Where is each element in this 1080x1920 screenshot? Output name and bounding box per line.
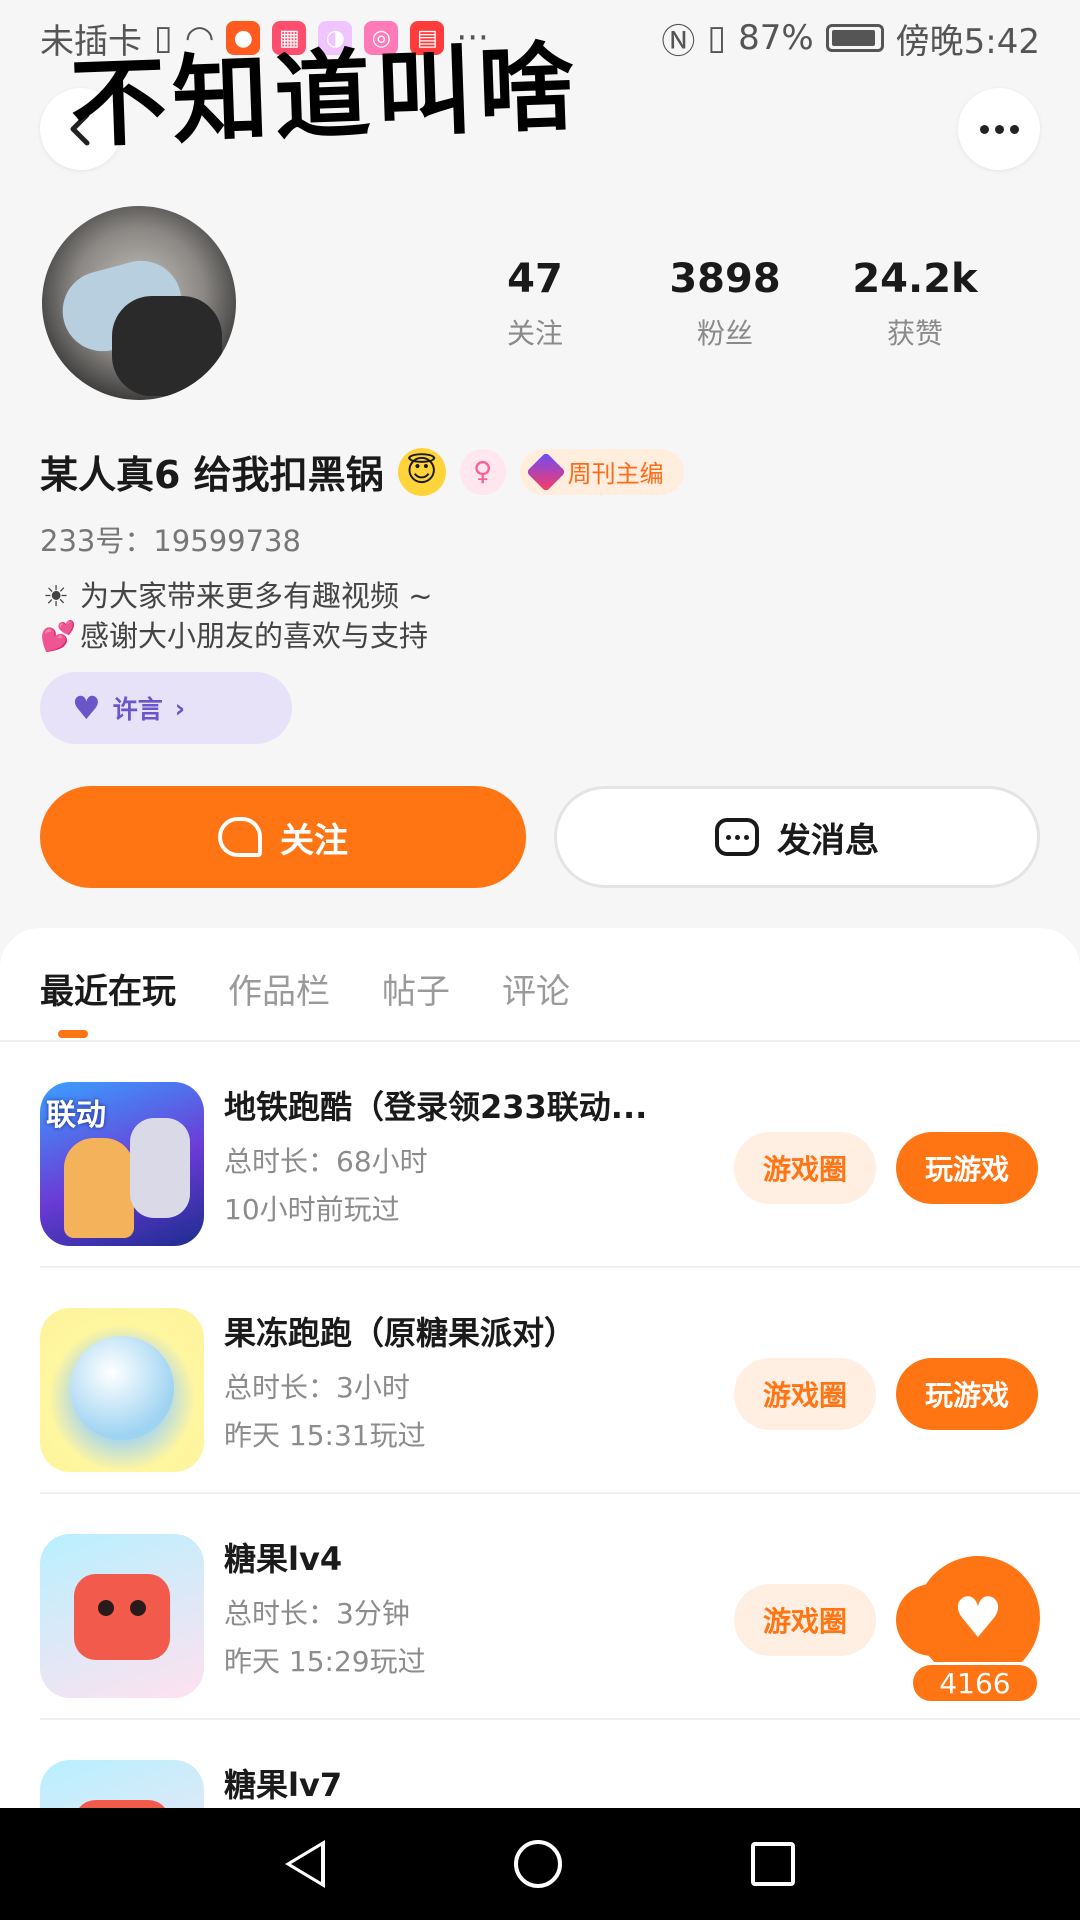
clock: 傍晚5:42 — [895, 21, 1040, 62]
game-circle-button[interactable]: 游戏圈 — [734, 1358, 876, 1430]
user-id: 233号：19599738 — [40, 524, 301, 558]
game-duration: 总时长：68小时 — [224, 1145, 428, 1178]
list-item[interactable]: 糖果lv7 — [0, 1720, 1080, 1808]
heart-plus-icon — [218, 817, 262, 857]
profile-stats: 47 关注 3898 粉丝 24.2k 获赞 — [440, 256, 1040, 352]
game-title: 地铁跑酷（登录领233联动... — [224, 1088, 648, 1126]
nav-home-icon[interactable] — [513, 1840, 562, 1888]
avatar[interactable] — [42, 206, 236, 400]
game-title: 糖果lv7 — [224, 1766, 343, 1804]
play-game-button[interactable]: 玩游戏 — [896, 1132, 1038, 1204]
angel-emoji-icon: 😇 — [397, 447, 446, 496]
gem-icon — [525, 451, 566, 492]
follow-label: 关注 — [280, 820, 348, 861]
game-icon[interactable]: 联动 — [40, 1082, 204, 1246]
stat-following[interactable]: 47 关注 — [440, 256, 630, 352]
list-item[interactable]: 果冻跑跑（原糖果派对） 总时长：3小时 昨天 15:31玩过 游戏圈 玩游戏 — [0, 1268, 1080, 1494]
game-icon[interactable] — [40, 1760, 204, 1808]
chat-bubble-icon — [715, 818, 759, 856]
bio: ☀ 为大家带来更多有趣视频 ~ 💕 感谢大小朋友的喜欢与支持 — [40, 576, 433, 656]
stat-value: 47 — [507, 256, 563, 302]
stat-label: 关注 — [506, 317, 563, 350]
stat-value: 3898 — [669, 256, 781, 302]
game-info: 果冻跑跑（原糖果派对） 总时长：3小时 昨天 15:31玩过 — [224, 1308, 694, 1454]
stat-value: 24.2k — [852, 256, 978, 302]
more-options-button[interactable] — [958, 88, 1040, 170]
wish-button[interactable]: ♥ 许言 › — [40, 672, 292, 744]
system-nav-bar — [0, 1808, 1080, 1920]
game-icon-label: 联动 — [46, 1098, 106, 1133]
tab-posts[interactable]: 帖子 — [382, 964, 450, 1043]
overlay-handwritten-title: 不知道叫啥 — [68, 30, 583, 161]
vibrate-icon: ▯ — [707, 18, 727, 58]
bio-line: 💕 感谢大小朋友的喜欢与支持 — [40, 616, 433, 656]
tab-bar: 最近在玩 作品栏 帖子 评论 — [40, 964, 570, 1043]
game-circle-button[interactable]: 游戏圈 — [734, 1584, 876, 1656]
heart-icon: ♥ — [952, 1585, 1004, 1651]
game-duration: 总时长：3分钟 — [224, 1597, 410, 1630]
bio-text: 为大家带来更多有趣视频 ~ — [80, 579, 433, 613]
game-title: 糖果lv4 — [224, 1540, 343, 1578]
sun-icon: ☀ — [43, 579, 69, 613]
battery-percent: 87% — [738, 18, 814, 58]
game-icon[interactable] — [40, 1308, 204, 1472]
wish-label: 许言 — [112, 695, 163, 724]
game-circle-button[interactable]: 游戏圈 — [734, 1132, 876, 1204]
nfc-icon: Ⓝ — [661, 21, 696, 62]
game-duration: 总时长：3小时 — [224, 1371, 410, 1404]
nav-back-icon[interactable] — [284, 1840, 325, 1888]
nav-recents-icon[interactable] — [751, 1842, 796, 1886]
female-gender-icon: ♀ — [459, 448, 506, 495]
badge-label: 周刊主编 — [567, 460, 664, 488]
play-game-button[interactable]: 玩游戏 — [896, 1358, 1038, 1430]
like-count-badge: 4166 — [910, 1662, 1040, 1704]
game-last-played: 昨天 15:31玩过 — [224, 1419, 426, 1452]
tab-works[interactable]: 作品栏 — [228, 964, 330, 1043]
stat-fans[interactable]: 3898 粉丝 — [630, 256, 820, 352]
message-label: 发消息 — [777, 820, 879, 861]
game-title: 果冻跑跑（原糖果派对） — [224, 1314, 577, 1352]
chevron-right-icon: › — [174, 693, 186, 723]
game-info: 糖果lv4 总时长：3分钟 昨天 15:29玩过 — [224, 1534, 694, 1680]
tab-comments[interactable]: 评论 — [502, 964, 570, 1043]
game-info: 地铁跑酷（登录领233联动... 总时长：68小时 10小时前玩过 — [224, 1082, 694, 1228]
status-right: Ⓝ ▯ 87% 傍晚5:42 — [661, 14, 1040, 63]
bio-text: 感谢大小朋友的喜欢与支持 — [80, 619, 429, 653]
bio-line: ☀ 为大家带来更多有趣视频 ~ — [40, 576, 433, 616]
stat-likes[interactable]: 24.2k 获赞 — [820, 256, 1010, 352]
heart-icon: ♥ — [72, 689, 101, 727]
follow-button[interactable]: 关注 — [40, 786, 526, 888]
send-message-button[interactable]: 发消息 — [554, 786, 1040, 888]
game-last-played: 昨天 15:29玩过 — [224, 1645, 426, 1678]
game-icon[interactable] — [40, 1534, 204, 1698]
battery-icon — [825, 24, 884, 52]
stat-label: 粉丝 — [696, 317, 753, 350]
editor-badge[interactable]: 周刊主编 — [519, 448, 684, 495]
profile-name-row: 某人真6 给我扣黑锅 😇 ♀ 周刊主编 — [40, 444, 684, 499]
active-tab-indicator — [58, 1030, 88, 1038]
list-item[interactable]: 联动 地铁跑酷（登录领233联动... 总时长：68小时 10小时前玩过 游戏圈… — [0, 1042, 1080, 1268]
game-last-played: 10小时前玩过 — [224, 1193, 400, 1226]
profile-name: 某人真6 给我扣黑锅 — [40, 453, 384, 497]
stat-label: 获赞 — [886, 317, 943, 350]
more-dots-icon — [979, 124, 1019, 134]
hearts-icon: 💕 — [40, 619, 77, 653]
game-info: 糖果lv7 — [224, 1760, 694, 1806]
